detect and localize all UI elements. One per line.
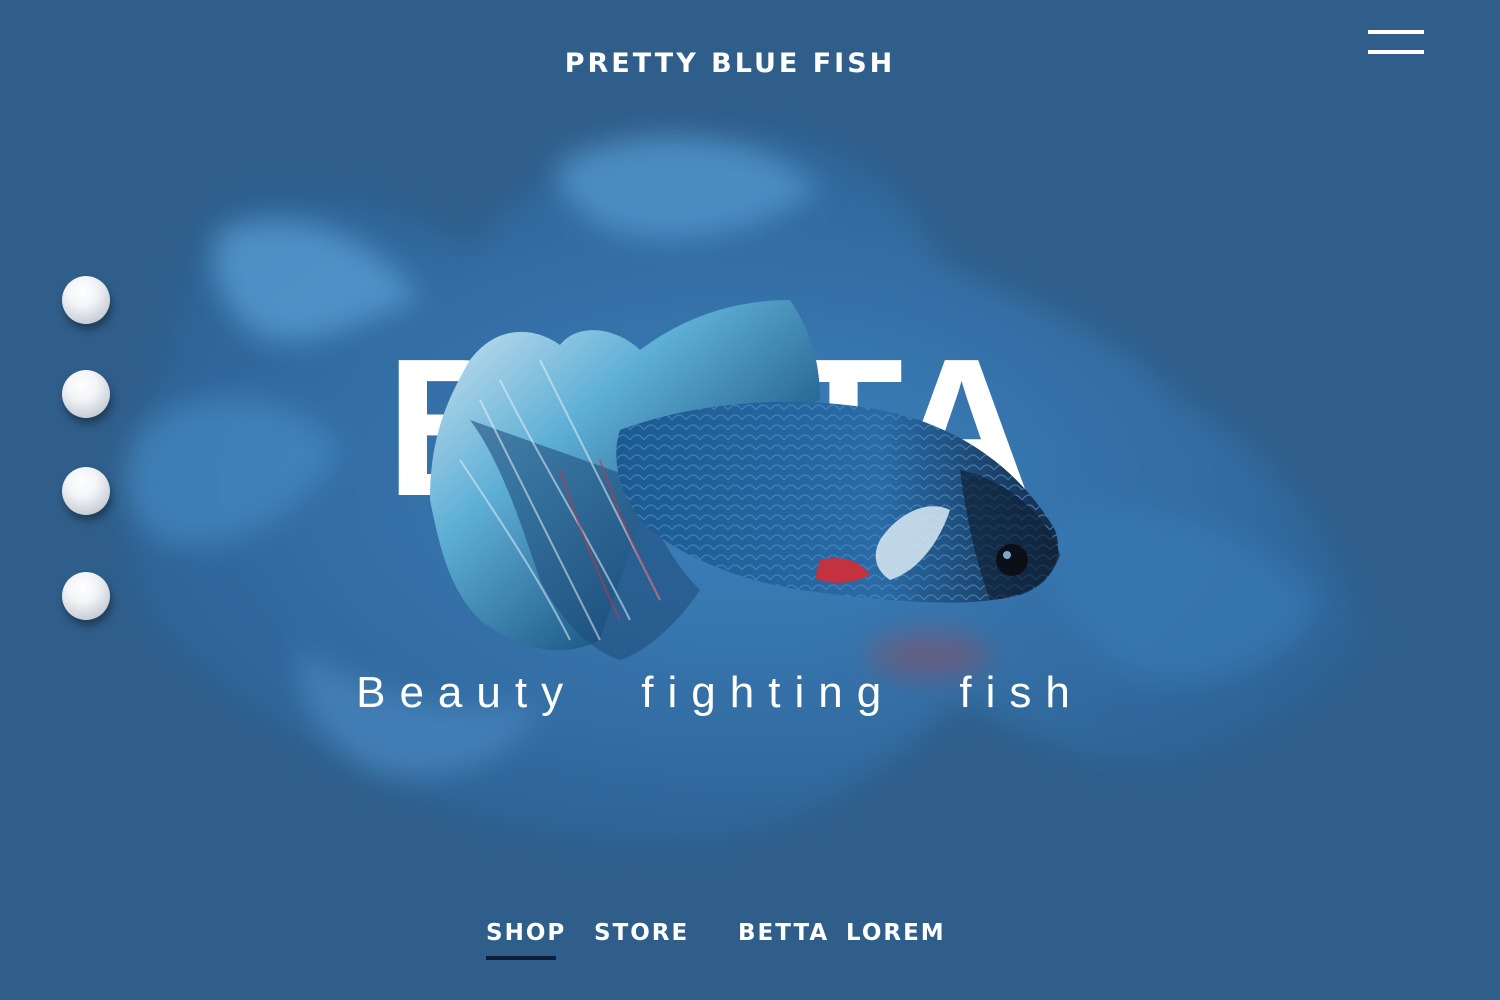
hero-tagline: Beauty fighting fish <box>356 668 1084 717</box>
landing-page: PRETTY BLUE FISH BETTA <box>0 0 1500 1000</box>
nav-item-lorem[interactable]: LOREM <box>846 920 946 946</box>
nav-item-shop[interactable]: SHOP <box>486 920 566 946</box>
nav-item-store[interactable]: STORE <box>594 920 689 946</box>
nav-item-betta[interactable]: BETTA <box>738 920 829 946</box>
betta-fish-image <box>430 300 1060 660</box>
bottom-navigation: SHOP STORE BETTA LOREM <box>486 920 1006 966</box>
active-nav-indicator <box>486 956 556 960</box>
